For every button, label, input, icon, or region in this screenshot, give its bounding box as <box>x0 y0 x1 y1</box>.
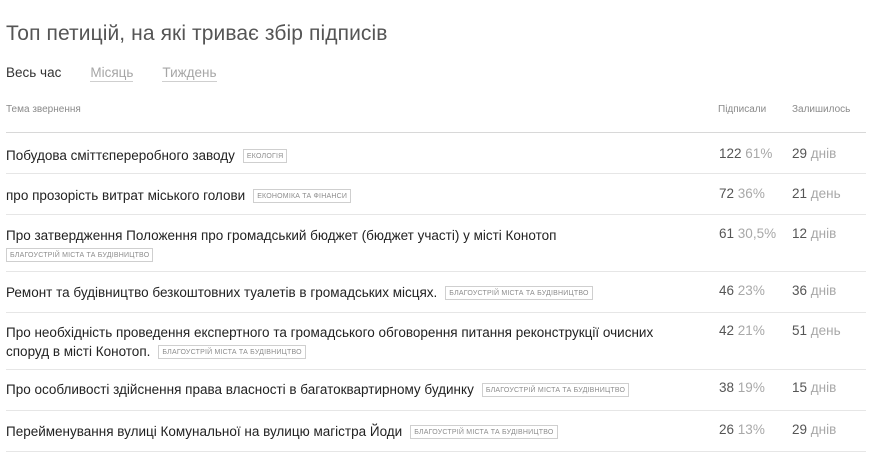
signed-count: 122 61% <box>719 146 772 161</box>
table-row[interactable]: Перейменування вулиці Комунальної на вул… <box>6 411 866 452</box>
days-remaining: 36 днів <box>792 283 836 298</box>
signed-percent: 61% <box>745 146 773 161</box>
days-remaining: 51 день <box>792 323 841 338</box>
page-title: Топ петицій, на які триває збір підписів <box>6 22 388 45</box>
table-row[interactable]: Ремонт та будівництво безкоштовних туале… <box>6 272 866 313</box>
signed-count: 38 19% <box>719 380 765 395</box>
table-row[interactable]: Побудова сміттєпереробного заводу Екологі… <box>6 133 866 174</box>
row-topic: Побудова сміттєпереробного заводу Екологі… <box>6 146 696 165</box>
petition-title-link[interactable]: Про необхідність проведення експертного … <box>6 325 653 359</box>
days-number: 15 <box>792 380 808 395</box>
petitions-table: Побудова сміттєпереробного заводу Екологі… <box>6 133 866 452</box>
row-topic: Про затвердження Положення про громадськ… <box>6 226 696 264</box>
days-unit: днів <box>810 146 837 161</box>
days-remaining: 21 день <box>792 186 841 201</box>
petition-title-link[interactable]: про прозорість витрат міського голови <box>6 188 245 203</box>
signed-percent: 30,5% <box>737 226 777 241</box>
signed-number: 42 <box>719 323 735 338</box>
row-topic: Про необхідність проведення експертного … <box>6 323 686 361</box>
petition-title-link[interactable]: Перейменування вулиці Комунальної на вул… <box>6 424 402 439</box>
days-unit: днів <box>810 380 837 395</box>
signed-percent: 19% <box>737 380 765 395</box>
signed-count: 26 13% <box>719 422 765 437</box>
days-number: 29 <box>792 422 808 437</box>
signed-number: 46 <box>719 283 735 298</box>
signed-number: 61 <box>719 226 735 241</box>
signed-number: 26 <box>719 422 735 437</box>
row-topic: про прозорість витрат міського голови Еко… <box>6 186 696 205</box>
filter-month[interactable]: Місяць <box>90 65 134 82</box>
header-signed: Підписали <box>718 104 767 115</box>
category-tag[interactable]: Економіка та фінанси <box>253 189 352 203</box>
days-remaining: 15 днів <box>792 380 836 395</box>
filter-week[interactable]: Тиждень <box>162 65 217 82</box>
petition-title-link[interactable]: Побудова сміттєпереробного заводу <box>6 148 235 163</box>
row-topic: Ремонт та будівництво безкоштовних туале… <box>6 283 696 302</box>
days-remaining: 29 днів <box>792 146 836 161</box>
filter-all-time[interactable]: Весь час <box>6 65 61 82</box>
row-topic: Перейменування вулиці Комунальної на вул… <box>6 422 696 441</box>
petition-title-link[interactable]: Про особливості здійснення права власнос… <box>6 382 474 397</box>
days-remaining: 29 днів <box>792 422 836 437</box>
table-header: Тема звернення Підписали Залишилось <box>6 104 866 134</box>
signed-percent: 36% <box>737 186 765 201</box>
signed-number: 38 <box>719 380 735 395</box>
signed-count: 61 30,5% <box>719 226 776 241</box>
petition-title-link[interactable]: Про затвердження Положення про громадськ… <box>6 228 556 243</box>
table-row[interactable]: Про необхідність проведення експертного … <box>6 313 866 370</box>
table-row[interactable]: Про особливості здійснення права власнос… <box>6 370 866 411</box>
signed-percent: 23% <box>737 283 765 298</box>
category-tag[interactable]: Благоустрій міста та будівництво <box>481 383 630 397</box>
days-number: 12 <box>792 226 808 241</box>
category-tag[interactable]: Благоустрій міста та будівництво <box>158 345 306 359</box>
days-number: 36 <box>792 283 808 298</box>
days-remaining: 12 днів <box>792 226 836 241</box>
days-unit: днів <box>810 422 837 437</box>
days-number: 29 <box>792 146 808 161</box>
category-tag[interactable]: Благоустрій міста та будівництво <box>6 248 154 262</box>
signed-percent: 13% <box>737 422 765 437</box>
category-tag[interactable]: Екологія <box>242 149 288 163</box>
header-topic: Тема звернення <box>6 104 81 115</box>
signed-count: 42 21% <box>719 323 765 338</box>
signed-number: 122 <box>719 146 742 161</box>
table-row[interactable]: Про затвердження Положення про громадськ… <box>6 215 866 272</box>
category-tag[interactable]: Благоустрій міста та будівництво <box>445 286 593 300</box>
petition-title-link[interactable]: Ремонт та будівництво безкоштовних туале… <box>6 285 437 300</box>
days-unit: день <box>810 186 841 201</box>
signed-number: 72 <box>719 186 735 201</box>
signed-count: 46 23% <box>719 283 765 298</box>
signed-count: 72 36% <box>719 186 765 201</box>
category-tag[interactable]: Благоустрій міста та будівництво <box>410 425 558 439</box>
header-remaining: Залишилось <box>792 104 851 115</box>
signed-percent: 21% <box>737 323 765 338</box>
row-topic: Про особливості здійснення права власнос… <box>6 380 711 399</box>
days-unit: днів <box>810 283 837 298</box>
days-unit: день <box>810 323 841 338</box>
days-number: 51 <box>792 323 808 338</box>
period-filter-tabs: Весь час Місяць Тиждень <box>6 65 246 82</box>
days-unit: днів <box>810 226 837 241</box>
days-number: 21 <box>792 186 808 201</box>
table-row[interactable]: про прозорість витрат міського голови Еко… <box>6 174 866 215</box>
